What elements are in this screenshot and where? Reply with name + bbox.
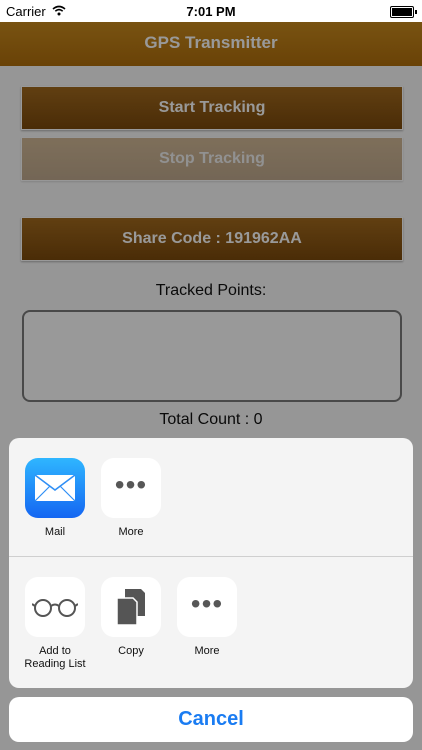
action-copy-label: Copy	[118, 645, 144, 657]
share-apps-row: Mail ••• More	[9, 438, 413, 556]
share-more-apps[interactable]: ••• More	[100, 458, 162, 539]
share-actions-row: Add to Reading List Copy ••• More	[9, 557, 413, 688]
action-more-label: More	[194, 645, 220, 657]
share-mail[interactable]: Mail	[24, 458, 86, 539]
action-reading-list-label: Add to Reading List	[24, 645, 86, 670]
mail-icon	[25, 458, 85, 518]
action-reading-list[interactable]: Add to Reading List	[24, 577, 86, 671]
more-icon: •••	[177, 577, 237, 637]
share-more-apps-label: More	[118, 526, 144, 538]
cancel-button[interactable]: Cancel	[9, 697, 413, 742]
action-more[interactable]: ••• More	[176, 577, 238, 658]
status-time: 7:01 PM	[186, 4, 236, 19]
action-copy[interactable]: Copy	[100, 577, 162, 658]
status-bar: Carrier 7:01 PM	[0, 0, 422, 22]
copy-icon	[101, 577, 161, 637]
share-sheet: Mail ••• More Add to Reading List Copy •…	[9, 438, 413, 688]
battery-icon	[390, 6, 417, 18]
glasses-icon	[25, 577, 85, 637]
share-mail-label: Mail	[44, 526, 66, 538]
more-icon: •••	[101, 458, 161, 518]
